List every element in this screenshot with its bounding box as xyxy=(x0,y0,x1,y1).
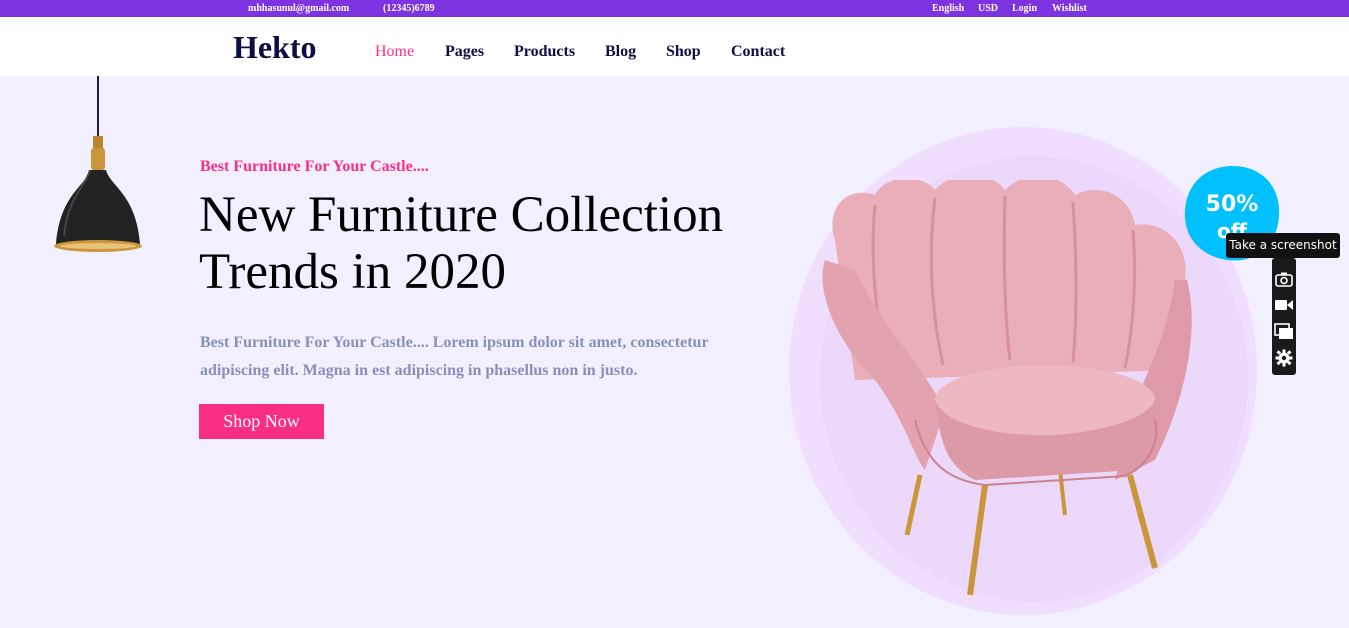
nav-blog[interactable]: Blog xyxy=(605,43,636,61)
pendant-lamp-image xyxy=(54,76,142,252)
nav-shop[interactable]: Shop xyxy=(666,43,701,61)
hero-headline-line1: New Furniture Collection xyxy=(199,187,724,243)
language-selector[interactable]: English xyxy=(932,3,964,14)
screenshot-toolbar xyxy=(1272,258,1296,375)
shop-now-button[interactable]: Shop Now xyxy=(199,404,324,439)
main-navbar: Hekto Home Pages Products Blog Shop Cont… xyxy=(0,17,1349,76)
nav-pages[interactable]: Pages xyxy=(445,43,484,61)
discount-percent: 50% xyxy=(1205,192,1259,217)
contact-email[interactable]: mhhasunul@gmail.com xyxy=(248,3,349,14)
nav-products[interactable]: Products xyxy=(514,43,575,61)
login-link[interactable]: Login xyxy=(1012,3,1037,14)
site-logo[interactable]: Hekto xyxy=(233,30,317,64)
nav-contact[interactable]: Contact xyxy=(731,43,785,61)
video-icon[interactable] xyxy=(1272,294,1296,318)
gear-icon[interactable] xyxy=(1272,346,1296,370)
windows-icon[interactable] xyxy=(1272,320,1296,344)
top-bar: mhhasunul@gmail.com (12345)6789 English … xyxy=(0,0,1349,17)
pink-armchair-image xyxy=(822,180,1192,596)
screenshot-tooltip: Take a screenshot xyxy=(1226,233,1340,258)
hero-description: Best Furniture For Your Castle.... Lorem… xyxy=(200,334,709,379)
nav-home[interactable]: Home xyxy=(375,43,414,61)
hero-headline-line2: Trends in 2020 xyxy=(199,244,506,300)
currency-selector[interactable]: USD xyxy=(978,3,998,14)
contact-phone[interactable]: (12345)6789 xyxy=(383,3,435,14)
camera-icon[interactable] xyxy=(1272,268,1296,292)
wishlist-link[interactable]: Wishlist xyxy=(1052,3,1087,14)
hero-tagline: Best Furniture For Your Castle.... xyxy=(200,158,429,175)
hero-headline: New Furniture Collection Trends in 2020 xyxy=(199,187,819,301)
